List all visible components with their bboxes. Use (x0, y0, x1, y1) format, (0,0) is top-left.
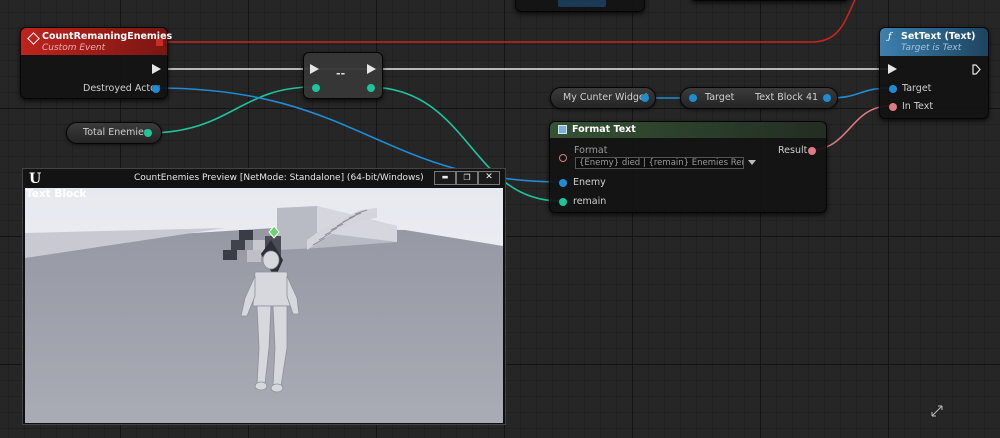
partial-node-top[interactable] (515, 0, 645, 12)
unreal-logo: U (29, 171, 42, 187)
tostring-exec-in[interactable] (310, 64, 319, 74)
settext-exec-out[interactable] (972, 64, 981, 75)
settext-intext-label: In Text (902, 101, 934, 112)
preview-titlebar[interactable]: CountEnemies Preview [NetMode: Standalon… (23, 169, 505, 188)
destroyed-actor-label: Destroyed Actor (83, 83, 160, 94)
tostring-node[interactable]: -- (303, 52, 383, 99)
exec-out-pin[interactable] (152, 64, 161, 74)
preview-window[interactable]: CountEnemies Preview [NetMode: Standalon… (22, 168, 506, 425)
settext-target-label: Target (902, 83, 932, 94)
settext-title: SetText (Text) (901, 31, 976, 42)
settext-exec-in[interactable] (888, 64, 897, 74)
enemy-pin[interactable] (559, 179, 567, 187)
delegate-pin[interactable] (156, 39, 163, 46)
event-delegate-wire (160, 0, 856, 43)
format-title: Format Text (572, 124, 636, 135)
getter-target-pin[interactable] (689, 94, 697, 102)
text-block-getter[interactable]: Target Text Block 41 (680, 87, 838, 109)
remain-label: remain (573, 196, 607, 207)
event-title: CountRemaningEnemies (42, 31, 173, 42)
exec-out-outline-icon (972, 64, 981, 75)
close-button[interactable]: ✕ (478, 171, 500, 185)
remain-pin[interactable] (559, 198, 567, 206)
total-enemies-variable[interactable]: Total Enemies (66, 122, 162, 144)
getter-output-label: Text Block 41 (755, 92, 819, 103)
getter-output-pin[interactable] (823, 94, 831, 102)
total-enemies-pin[interactable] (144, 129, 152, 137)
widget-var-label: My Cunter Widget (563, 92, 649, 103)
enemy-label: Enemy (573, 177, 606, 188)
format-function-icon (558, 125, 567, 134)
partial-pin (558, 0, 606, 7)
minimize-button[interactable]: ▬ (434, 171, 456, 185)
int-wire (147, 86, 314, 134)
tostring-exec-out[interactable] (367, 64, 376, 74)
format-dropdown-arrow[interactable] (748, 160, 756, 165)
game-viewport[interactable]: Text Block (25, 188, 503, 423)
partial-node-top-right[interactable] (690, 0, 850, 1)
tostring-symbol: -- (336, 67, 346, 80)
event-subtitle: Custom Event (42, 43, 106, 53)
destroyed-actor-pin[interactable] (152, 85, 160, 93)
getter-target-label: Target (705, 92, 735, 103)
custom-event-node[interactable]: CountRemaningEnemies Custom Event Destro… (20, 27, 172, 99)
format-input[interactable]: {Enemy} died | {remain} Enemies Remain. (575, 157, 744, 169)
my-counter-widget-variable[interactable]: My Cunter Widget (550, 87, 656, 109)
resize-grip-icon[interactable] (930, 404, 944, 418)
settext-node[interactable]: ƒ SetText (Text) Target is Text Target I… (879, 27, 989, 119)
widget-var-pin[interactable] (641, 94, 649, 102)
tostring-in-pin[interactable] (312, 84, 320, 92)
format-text-node[interactable]: Format Text Format {Enemy} died | {remai… (549, 121, 827, 213)
settext-target-pin[interactable] (889, 85, 897, 93)
game-scene (25, 188, 503, 423)
text-block-widget: Text Block (26, 188, 87, 200)
preview-title: CountEnemies Preview [NetMode: Standalon… (134, 173, 424, 183)
settext-subtitle: Target is Text (901, 43, 962, 53)
result-label: Result (778, 145, 808, 156)
result-pin[interactable] (808, 147, 816, 155)
format-label: Format (574, 145, 608, 156)
total-enemies-label: Total Enemies (83, 127, 149, 138)
format-pin[interactable] (559, 154, 567, 162)
function-icon: ƒ (888, 31, 892, 42)
maximize-button[interactable]: ❐ (456, 171, 478, 185)
settext-intext-pin[interactable] (889, 103, 897, 111)
tostring-out-pin[interactable] (367, 84, 375, 92)
